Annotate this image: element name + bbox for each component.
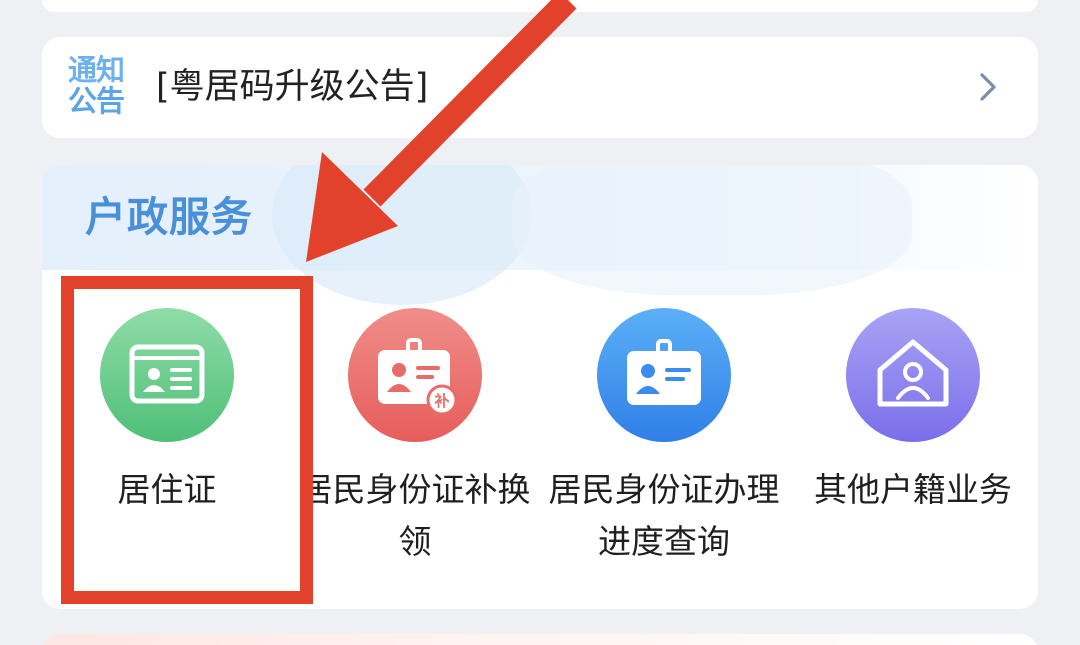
service-title: 户政服务	[85, 193, 253, 241]
service-item-other-household[interactable]: 其他户籍业务	[788, 308, 1038, 516]
app-screen: 通知 公告 [粤居码升级公告] 户政服务 居住证 补 居民身份证补换领 居民身份…	[0, 0, 1080, 645]
svg-text:补: 补	[433, 392, 449, 410]
service-header: 户政服务	[42, 165, 1038, 305]
service-item-id-reissue[interactable]: 补 居民身份证补换领	[290, 308, 540, 568]
service-item-label: 其他户籍业务	[814, 470, 1012, 509]
chevron-right-icon[interactable]	[970, 69, 1006, 105]
notice-badge-line2: 公告	[68, 84, 125, 118]
next-card-edge	[42, 634, 1038, 645]
top-card-edge	[42, 0, 1038, 12]
header-decoration	[512, 165, 912, 295]
notice-badge-icon: 通知 公告	[68, 55, 138, 119]
badge-reissue-icon: 补	[348, 308, 482, 442]
highlight-box	[61, 276, 313, 604]
service-item-id-progress[interactable]: 居民身份证办理进度查询	[539, 308, 789, 568]
badge-progress-icon	[597, 308, 731, 442]
service-item-label: 居民身份证办理进度查询	[548, 470, 780, 561]
service-item-label: 居民身份证补换领	[299, 470, 531, 561]
house-person-icon	[846, 308, 980, 442]
notice-text: [粤居码升级公告]	[156, 67, 429, 107]
notice-banner[interactable]: 通知 公告 [粤居码升级公告]	[42, 37, 1038, 138]
notice-badge-line1: 通知	[68, 53, 125, 87]
